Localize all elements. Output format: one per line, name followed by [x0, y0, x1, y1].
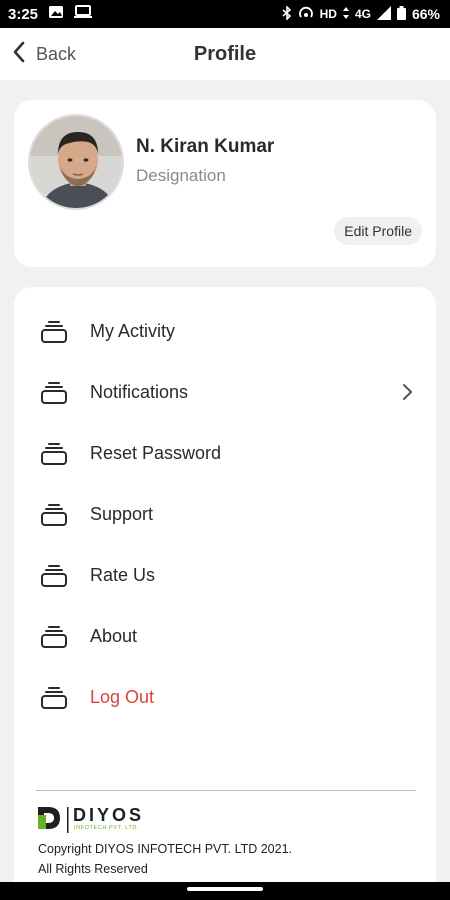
battery-icon	[396, 5, 406, 23]
logo-text: DIYOS	[73, 805, 145, 825]
avatar[interactable]	[28, 114, 124, 210]
hotspot-icon	[298, 6, 314, 23]
gallery-notification-icon	[48, 5, 64, 23]
signal-icon	[376, 5, 391, 23]
status-bar: 3:25 HD 4G 66%	[0, 0, 450, 28]
menu-item-my-activity[interactable]: My Activity	[14, 306, 436, 356]
profile-card: N. Kiran Kumar Designation Edit Profile	[14, 100, 436, 267]
menu-item-rate-us[interactable]: Rate Us	[14, 550, 436, 600]
menu-item-support[interactable]: Support	[14, 489, 436, 539]
data-arrows-icon	[342, 6, 349, 22]
user-designation: Designation	[136, 166, 226, 185]
copyright-line-1: Copyright DIYOS INFOTECH PVT. LTD 2021.	[38, 842, 293, 856]
menu-item-label: My Activity	[90, 320, 176, 341]
stack-icon	[40, 686, 68, 710]
chevron-right-icon	[400, 382, 414, 402]
menu-item-label: Reset Password	[90, 442, 222, 463]
back-button[interactable]: Back	[12, 28, 76, 80]
copyright-text: Copyright DIYOS INFOTECH PVT. LTD 2021. …	[38, 839, 292, 879]
chevron-left-icon	[12, 41, 26, 68]
stack-icon	[40, 625, 68, 649]
menu-item-label: Rate Us	[90, 564, 156, 585]
stack-icon	[40, 564, 68, 588]
menu-item-log-out[interactable]: Log Out	[14, 672, 436, 722]
battery-percent: 66%	[411, 6, 440, 22]
menu-item-reset-password[interactable]: Reset Password	[14, 428, 436, 478]
menu-card: My Activity Notifications Reset Password…	[14, 287, 436, 900]
menu-item-label: Notifications	[90, 381, 189, 402]
copyright-line-2: All Rights Reserved	[38, 862, 148, 876]
user-name: N. Kiran Kumar	[136, 136, 275, 157]
menu-item-label: About	[90, 625, 138, 646]
screen-cast-icon	[74, 5, 93, 23]
stack-icon	[40, 381, 68, 405]
footer-divider	[36, 790, 416, 791]
network-signal-label: 4G	[354, 7, 371, 21]
menu-item-label: Support	[90, 503, 154, 524]
edit-profile-button[interactable]: Edit Profile	[334, 217, 422, 245]
stack-icon	[40, 503, 68, 527]
logo-subtext: INFOTECH PVT. LTD.	[74, 825, 140, 831]
menu-item-label: Log Out	[90, 686, 155, 707]
system-nav-bar	[0, 882, 450, 900]
network-hd-label: HD	[319, 7, 337, 21]
home-gesture-handle[interactable]	[187, 887, 263, 891]
status-time: 3:25	[8, 5, 39, 23]
company-logo: DIYOS INFOTECH PVT. LTD.	[36, 805, 176, 835]
app-bar: Back Profile	[0, 28, 450, 80]
menu-item-notifications[interactable]: Notifications	[14, 367, 436, 417]
stack-icon	[40, 442, 68, 466]
bluetooth-icon	[282, 4, 292, 23]
menu-item-about[interactable]: About	[14, 611, 436, 661]
stack-icon	[40, 320, 68, 344]
back-label: Back	[36, 43, 77, 64]
